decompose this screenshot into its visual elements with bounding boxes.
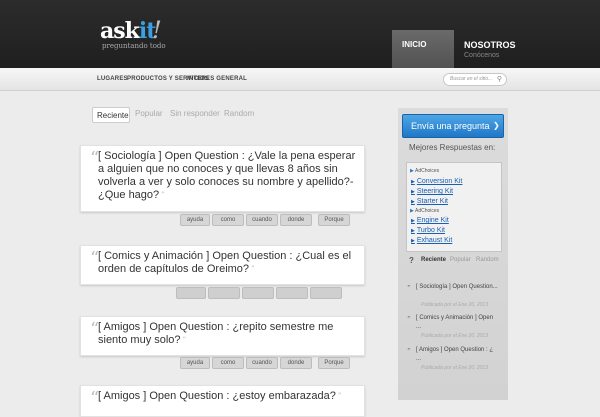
- arrow-right-icon: ▶: [411, 218, 415, 224]
- ad-link[interactable]: ▶ Starter Kit: [411, 198, 448, 205]
- tag-ayuda[interactable]: ayuda: [180, 357, 210, 369]
- nav-inicio[interactable]: INICIO: [392, 30, 454, 68]
- ad-link[interactable]: ▶ Steering Kit: [411, 188, 453, 195]
- tag[interactable]: [276, 287, 308, 299]
- tag-como[interactable]: como: [212, 214, 244, 226]
- logo-text: ask: [100, 18, 140, 44]
- ad-link[interactable]: ▶ Conversion Kit: [411, 178, 462, 185]
- site-logo[interactable]: askit ! preguntando todo: [100, 16, 166, 52]
- arrow-right-icon: ❯: [493, 121, 500, 130]
- quote-close-icon: ”: [161, 191, 165, 199]
- question-title[interactable]: [ Amigos ] Open Question : ¿repito semes…: [98, 321, 333, 346]
- logo-tagline: preguntando todo: [102, 42, 166, 50]
- arrow-right-icon: ▶: [411, 199, 415, 205]
- tag-cuando[interactable]: cuando: [246, 357, 278, 369]
- tag-donde[interactable]: donde: [280, 357, 312, 369]
- nav-inicio-label: INICIO: [402, 40, 427, 49]
- question-bubble[interactable]: “ [ Amigos ] Open Question : ¿repito sem…: [80, 316, 365, 356]
- search-placeholder: Buscar en el sitio...: [450, 76, 493, 82]
- adchoices-badge[interactable]: ▶ AdChoices: [410, 208, 439, 214]
- tag-porque[interactable]: Porque: [318, 214, 350, 226]
- nav-interes-general[interactable]: INTERES GENERAL: [187, 76, 247, 82]
- sidebar-tab-reciente[interactable]: Reciente: [421, 257, 446, 263]
- tab-reciente-label: Reciente: [97, 111, 129, 120]
- question-bubble[interactable]: “ [ Sociología ] Open Question : ¿Vale l…: [80, 145, 365, 212]
- arrow-right-icon: ▶: [411, 238, 415, 244]
- tab-popular[interactable]: Popular: [135, 109, 163, 118]
- tag-porque[interactable]: Porque: [318, 357, 350, 369]
- recent-date: Publicada por el Ene 20, 2013: [421, 333, 488, 339]
- quote-close-icon: ”: [337, 392, 342, 400]
- ask-question-button[interactable]: Envía una pregunta ❯: [402, 114, 504, 138]
- ask-question-label: Envía una pregunta: [411, 121, 490, 131]
- ad-link[interactable]: ▶ Exhaust Kit: [411, 237, 452, 244]
- search-icon[interactable]: ⚲: [497, 75, 502, 83]
- adchoices-icon: ▶: [410, 208, 414, 214]
- tag[interactable]: [208, 287, 240, 299]
- question-title[interactable]: [ Amigos ] Open Question : ¿estoy embara…: [98, 390, 336, 402]
- ad-link[interactable]: ▶ Turbo Kit: [411, 227, 445, 234]
- tag[interactable]: [310, 287, 342, 299]
- arrow-right-icon: ▶: [411, 228, 415, 234]
- question-bubble[interactable]: “ [ Comics y Animación ] Open Question :…: [80, 245, 365, 285]
- ad-links: ▶ AdChoices ▶ Conversion Kit ▶ Steering Ki…: [406, 162, 502, 252]
- tag-cuando[interactable]: cuando: [246, 214, 278, 226]
- arrow-right-icon: ▶: [411, 179, 415, 185]
- nav-nosotros-label: NOSOTROS: [464, 40, 516, 50]
- question-title[interactable]: [ Comics y Animación ] Open Question : ¿…: [98, 250, 351, 275]
- tab-random[interactable]: Random: [224, 109, 254, 118]
- ad-link[interactable]: ▶ Engine Kit: [411, 217, 449, 224]
- site-header: askit ! preguntando todo INICIO NOSOTROS…: [0, 0, 600, 68]
- recent-title[interactable]: [ Comics y Animación ] Open ...: [416, 314, 498, 332]
- search-input[interactable]: Buscar en el sitio... ⚲: [443, 73, 507, 86]
- recent-date: Publicada por el Ene 20, 2013: [421, 302, 488, 308]
- recent-date: Publicada por el Ene 20, 2013: [421, 365, 488, 371]
- comment-icon: ◓: [407, 315, 411, 321]
- tab-sin-responder[interactable]: Sin responder: [170, 109, 220, 118]
- nav-nosotros-sublabel: Conócenos: [464, 52, 500, 59]
- quote-close-icon: ”: [251, 265, 255, 273]
- tag-ayuda[interactable]: ayuda: [180, 214, 210, 226]
- question-bubble[interactable]: “ [ Amigos ] Open Question : ¿estoy emba…: [80, 385, 365, 417]
- question-mark-icon: ?: [409, 256, 414, 265]
- tag[interactable]: [242, 287, 274, 299]
- recent-title[interactable]: [ Amigos ] Open Question : ¿ ...: [416, 346, 498, 364]
- best-answers-heading: Mejores Respuestas en:: [409, 143, 496, 152]
- adchoices-icon: ▶: [410, 168, 414, 174]
- recent-title[interactable]: [ Sociología ] Open Question...: [416, 283, 498, 292]
- question-title[interactable]: [ Sociología ] Open Question : ¿Vale la …: [98, 150, 355, 201]
- tab-reciente[interactable]: Reciente: [92, 107, 130, 123]
- tag-como[interactable]: como: [212, 357, 244, 369]
- sidebar-tab-random[interactable]: Random: [476, 257, 499, 263]
- adchoices-badge[interactable]: ▶ AdChoices: [410, 168, 439, 174]
- sidebar-tab-popular[interactable]: Popular: [450, 257, 471, 263]
- category-nav: LUGARES PRODUCTOS Y SERVICIOS INTERES GE…: [0, 68, 600, 91]
- nav-nosotros[interactable]: NOSOTROS Conócenos: [462, 30, 542, 68]
- comment-icon: ◓: [407, 347, 411, 353]
- comment-icon: ◓: [407, 284, 411, 290]
- arrow-right-icon: ▶: [411, 189, 415, 195]
- quote-close-icon: ”: [182, 336, 187, 344]
- tag[interactable]: [176, 287, 206, 299]
- tag-donde[interactable]: donde: [280, 214, 312, 226]
- nav-lugares[interactable]: LUGARES: [97, 76, 128, 82]
